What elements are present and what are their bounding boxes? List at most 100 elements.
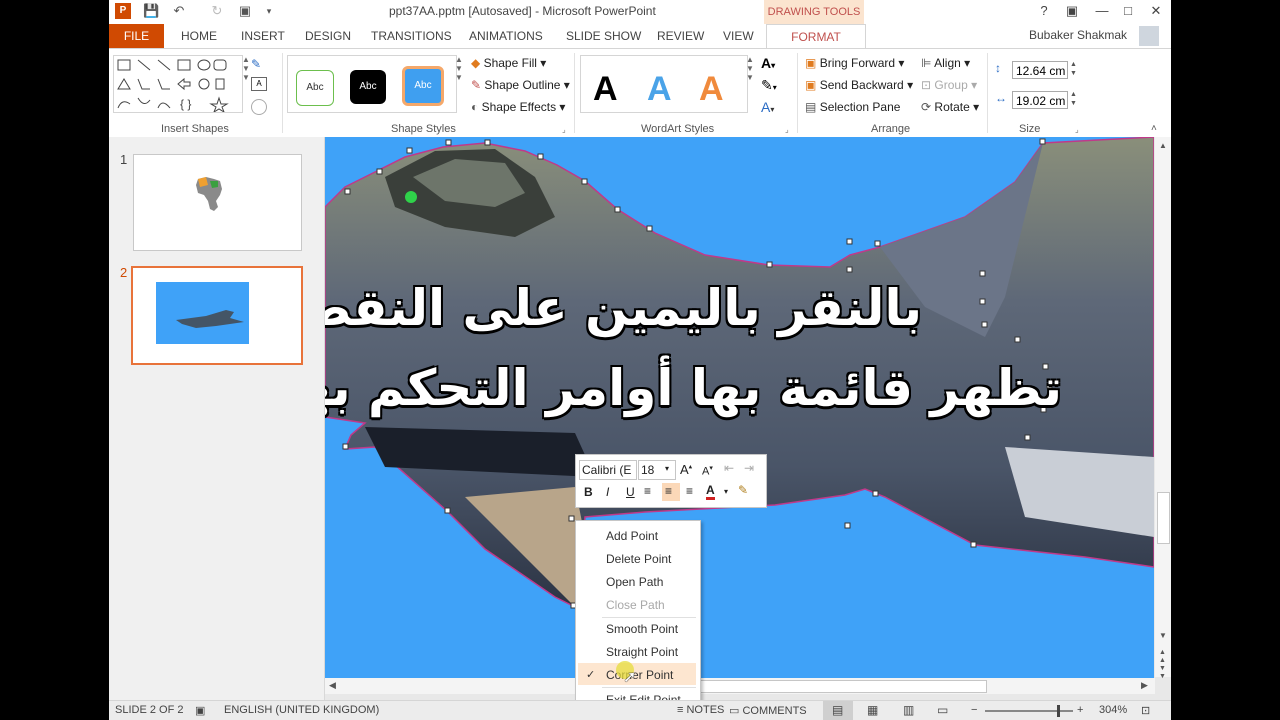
- shape-height-input[interactable]: 12.64 cm: [1012, 61, 1068, 79]
- user-name[interactable]: Bubaker Shakmak: [1029, 28, 1127, 42]
- merge-shapes-icon[interactable]: [251, 99, 267, 115]
- menu-item-add-point[interactable]: Add Point: [606, 529, 658, 543]
- text-effects-icon[interactable]: A▾: [761, 99, 774, 115]
- tab-animations[interactable]: ANIMATIONS: [469, 24, 543, 48]
- shape-fill-button[interactable]: ◆ Shape Fill ▾: [471, 56, 546, 70]
- zoom-in-icon[interactable]: +: [1077, 704, 1083, 716]
- previous-slide-icon[interactable]: ▲ ▲: [1159, 649, 1166, 665]
- align-button[interactable]: ⊫ Align ▾: [921, 56, 970, 70]
- maximize-button[interactable]: □: [1117, 2, 1139, 20]
- width-spinner[interactable]: ▲ ▼: [1070, 90, 1077, 108]
- spell-check-icon[interactable]: ▣: [195, 704, 205, 717]
- grow-font-icon[interactable]: A▴: [680, 462, 692, 477]
- menu-item-smooth-point[interactable]: Smooth Point: [606, 622, 678, 636]
- wordart-gallery[interactable]: A A A: [580, 55, 748, 113]
- zoom-out-icon[interactable]: −: [971, 704, 977, 716]
- slide-sorter-icon[interactable]: ▦: [867, 703, 878, 717]
- font-name-box[interactable]: Calibri (E: [579, 460, 637, 480]
- fit-slide-icon[interactable]: ⊡: [1141, 704, 1150, 717]
- menu-item-straight-point[interactable]: Straight Point: [606, 645, 678, 659]
- menu-item-delete-point[interactable]: Delete Point: [606, 552, 671, 566]
- customize-qat-icon[interactable]: ▾: [261, 3, 277, 19]
- increase-indent-icon[interactable]: ⇥: [744, 461, 754, 475]
- zoom-level[interactable]: 304%: [1099, 704, 1127, 716]
- slide-thumbnail-2[interactable]: [131, 266, 303, 365]
- undo-icon[interactable]: ↶: [171, 3, 187, 19]
- collapse-ribbon-icon[interactable]: ˄: [1151, 123, 1157, 134]
- notes-button[interactable]: ≡ NOTES: [677, 704, 724, 716]
- menu-item-close-path[interactable]: Close Path: [606, 598, 665, 612]
- slide-canvas[interactable]: بالنقر باليمين على النقطة تظهر قائمة بها…: [325, 137, 1154, 678]
- bold-button[interactable]: B: [584, 485, 593, 499]
- dialog-launcher-icon[interactable]: ⌟: [1075, 125, 1079, 134]
- slide-thumbnail-1[interactable]: [133, 154, 302, 251]
- tab-insert[interactable]: INSERT: [241, 24, 285, 48]
- font-color-dropdown-icon[interactable]: ▾: [724, 487, 728, 496]
- tab-format[interactable]: FORMAT: [766, 24, 866, 49]
- comments-button[interactable]: ▭ COMMENTS: [729, 704, 807, 717]
- font-size-box[interactable]: 18 ▾: [638, 460, 676, 480]
- shape-styles-scroll[interactable]: ▲ ▼ ▼: [455, 55, 465, 111]
- scroll-right-icon[interactable]: ▶: [1141, 680, 1148, 691]
- wordart-sample-orange[interactable]: A: [699, 70, 724, 109]
- next-slide-icon[interactable]: ▼ ▼: [1159, 665, 1166, 681]
- close-button[interactable]: ✕: [1145, 2, 1167, 20]
- selection-pane-button[interactable]: ▤ Selection Pane: [805, 100, 900, 114]
- vertical-scroll-thumb[interactable]: [1157, 492, 1170, 544]
- decrease-indent-icon[interactable]: ⇤: [724, 461, 734, 475]
- reading-view-icon[interactable]: ▥: [903, 703, 914, 717]
- rotate-button[interactable]: ⟳ Rotate ▾: [921, 100, 979, 114]
- align-left-icon[interactable]: ≡: [644, 484, 651, 498]
- text-outline-icon[interactable]: ✎▾: [761, 77, 777, 94]
- avatar[interactable]: [1139, 26, 1159, 46]
- align-right-icon[interactable]: ≡: [686, 484, 693, 498]
- minimize-button[interactable]: —: [1091, 2, 1113, 20]
- shapes-gallery[interactable]: { }: [113, 55, 243, 114]
- tab-review[interactable]: REVIEW: [657, 24, 704, 48]
- save-icon[interactable]: 💾: [143, 3, 159, 19]
- dialog-launcher-icon[interactable]: ⌟: [785, 125, 789, 134]
- style-sample-blue[interactable]: Abc: [402, 66, 444, 106]
- font-color-icon[interactable]: A: [706, 483, 715, 500]
- menu-item-open-path[interactable]: Open Path: [606, 575, 663, 589]
- underline-button[interactable]: U: [626, 485, 635, 499]
- slide-show-icon[interactable]: ▭: [937, 703, 948, 717]
- zoom-slider-thumb[interactable]: [1057, 705, 1060, 717]
- text-fill-icon[interactable]: A▾: [761, 55, 775, 71]
- height-spinner[interactable]: ▲ ▼: [1070, 60, 1077, 78]
- scroll-up-icon[interactable]: ▲: [1159, 141, 1167, 150]
- italic-button[interactable]: I: [606, 485, 609, 499]
- shape-styles-gallery[interactable]: Abc Abc Abc: [287, 55, 457, 113]
- vertical-scrollbar[interactable]: ▲ ▼ ▲ ▲ ▼ ▼: [1155, 137, 1171, 680]
- align-center-icon[interactable]: ≡: [662, 483, 680, 501]
- scroll-down-icon[interactable]: ▼: [1159, 631, 1167, 640]
- help-button[interactable]: ?: [1033, 2, 1055, 20]
- tab-file[interactable]: FILE: [109, 24, 164, 48]
- wordart-sample-blue[interactable]: A: [647, 70, 672, 109]
- text-box-icon[interactable]: A: [251, 77, 267, 91]
- language-indicator[interactable]: ENGLISH (UNITED KINGDOM): [224, 704, 379, 716]
- tab-transitions[interactable]: TRANSITIONS: [371, 24, 452, 48]
- tab-view[interactable]: VIEW: [723, 24, 754, 48]
- start-slideshow-icon[interactable]: ▣: [237, 3, 253, 19]
- style-sample-outline[interactable]: Abc: [296, 70, 334, 106]
- bring-forward-button[interactable]: ▣ Bring Forward ▾: [805, 56, 904, 70]
- tab-home[interactable]: HOME: [181, 24, 217, 48]
- ribbon-display-options-icon[interactable]: ▣: [1061, 2, 1083, 20]
- format-painter-icon[interactable]: ✎: [738, 483, 748, 497]
- send-backward-button[interactable]: ▣ Send Backward ▾: [805, 78, 913, 92]
- tab-slide-show[interactable]: SLIDE SHOW: [566, 24, 641, 48]
- shrink-font-icon[interactable]: A▾: [702, 464, 713, 478]
- wordart-gallery-scroll[interactable]: ▲ ▼ ▼: [746, 55, 756, 111]
- group-button[interactable]: ⊡ Group ▾: [921, 78, 977, 92]
- dialog-launcher-icon[interactable]: ⌟: [562, 125, 566, 134]
- scroll-left-icon[interactable]: ◀: [329, 680, 336, 691]
- style-sample-black[interactable]: Abc: [350, 70, 386, 104]
- redo-icon[interactable]: ↻: [209, 3, 225, 19]
- tab-design[interactable]: DESIGN: [305, 24, 351, 48]
- wordart-sample-black[interactable]: A: [593, 70, 618, 109]
- normal-view-button[interactable]: ▤: [823, 701, 853, 720]
- shape-outline-button[interactable]: ✎ Shape Outline ▾: [471, 78, 570, 92]
- shape-effects-button[interactable]: ◐ Shape Effects ▾: [471, 100, 565, 114]
- slide-counter[interactable]: SLIDE 2 OF 2: [115, 704, 183, 716]
